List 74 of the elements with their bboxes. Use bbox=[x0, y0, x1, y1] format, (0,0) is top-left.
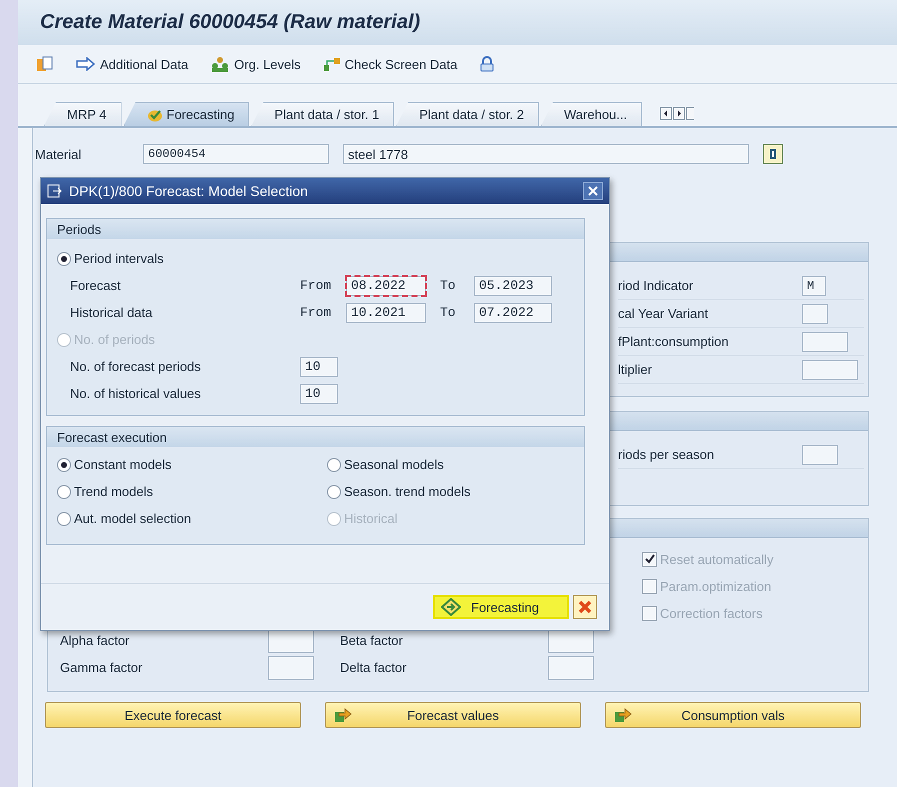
tab[interactable]: MRP 4 bbox=[44, 102, 122, 126]
input-field[interactable] bbox=[268, 656, 314, 680]
field-label: Delta factor bbox=[340, 660, 408, 675]
field-label: Historical data bbox=[70, 305, 154, 320]
input-field[interactable]: M bbox=[802, 276, 826, 296]
action-button[interactable]: Forecast values bbox=[325, 702, 581, 728]
field-label: No. of historical values bbox=[70, 386, 202, 401]
radio-button[interactable]: Aut. model selection bbox=[57, 511, 192, 526]
toolbar-button[interactable]: Check Screen Data bbox=[320, 54, 460, 74]
date-field[interactable]: 10.2021 bbox=[346, 302, 426, 322]
material-number-field[interactable]: 60000454 bbox=[143, 144, 329, 164]
field-label: cal Year Variant bbox=[618, 306, 710, 321]
cancel-button[interactable] bbox=[573, 595, 597, 619]
scroll-right-icon[interactable] bbox=[673, 106, 686, 120]
field-label: From bbox=[300, 305, 332, 320]
field-label: fPlant:consumption bbox=[618, 334, 730, 349]
tree-icon bbox=[322, 56, 341, 72]
tab[interactable]: Warehou... bbox=[541, 102, 642, 126]
checkmark-icon bbox=[644, 554, 655, 565]
radio-button[interactable]: Season. trend models bbox=[327, 484, 470, 499]
check-icon bbox=[146, 108, 162, 122]
toolbar-button[interactable]: Org. Levels bbox=[208, 54, 303, 74]
arrow-icon bbox=[76, 57, 96, 71]
scroll-left-icon[interactable] bbox=[660, 106, 672, 120]
action-button[interactable]: Consumption vals bbox=[605, 702, 861, 728]
arrow-icon bbox=[334, 707, 352, 723]
field-label: Beta factor bbox=[340, 633, 404, 648]
tab[interactable]: Plant data / stor. 2 bbox=[396, 102, 540, 126]
input-field[interactable] bbox=[802, 332, 848, 352]
field-label: Forecast bbox=[70, 278, 122, 293]
info-icon bbox=[768, 148, 778, 160]
execute-icon bbox=[441, 598, 461, 616]
close-icon bbox=[588, 186, 598, 196]
radio-button[interactable]: Seasonal models bbox=[327, 457, 444, 472]
group-title: Forecast execution bbox=[57, 430, 167, 444]
arrow-icon bbox=[614, 707, 632, 723]
input-field[interactable] bbox=[802, 360, 858, 380]
people-icon bbox=[210, 56, 230, 72]
field-label: riods per season bbox=[618, 447, 716, 462]
tab[interactable]: Forecasting bbox=[124, 102, 250, 126]
field-label: Gamma factor bbox=[60, 660, 144, 675]
field-label: From bbox=[300, 278, 332, 293]
window-title: Create Material 60000454 (Raw material) bbox=[40, 11, 420, 34]
copy-icon bbox=[36, 56, 54, 72]
close-button[interactable] bbox=[583, 182, 603, 200]
input-field[interactable] bbox=[802, 444, 838, 464]
input-field[interactable] bbox=[802, 304, 828, 324]
date-field[interactable]: 05.2023 bbox=[474, 276, 552, 296]
number-field[interactable]: 10 bbox=[300, 384, 338, 404]
date-field[interactable]: 07.2022 bbox=[474, 302, 552, 322]
input-field[interactable] bbox=[548, 656, 594, 680]
field-label: riod Indicator bbox=[618, 278, 694, 293]
toolbar-button[interactable]: Additional Data bbox=[74, 54, 190, 74]
field-label: To bbox=[439, 305, 457, 320]
field-label: Material bbox=[35, 146, 82, 162]
field-label: ltiplier bbox=[618, 362, 653, 377]
radio-button[interactable]: Constant models bbox=[57, 457, 172, 472]
number-field[interactable]: 10 bbox=[300, 356, 338, 376]
radio-button[interactable]: Period intervals bbox=[57, 251, 164, 266]
field-label: To bbox=[439, 278, 457, 293]
field-label: Alpha factor bbox=[60, 633, 130, 648]
cancel-icon bbox=[578, 600, 592, 614]
description-field[interactable]: steel 1778 bbox=[343, 144, 749, 164]
action-button[interactable]: Execute forecast bbox=[45, 702, 301, 728]
radio-button[interactable]: Trend models bbox=[57, 484, 153, 499]
tab[interactable]: Plant data / stor. 1 bbox=[251, 102, 394, 126]
info-button[interactable] bbox=[763, 144, 783, 164]
forecasting-button[interactable]: Forecasting bbox=[433, 595, 569, 619]
field-label: No. of forecast periods bbox=[70, 359, 202, 374]
date-field[interactable]: 08.2022 bbox=[346, 276, 426, 296]
dialog-title: DPK(1)/800 Forecast: Model Selection bbox=[69, 183, 309, 199]
window-icon bbox=[47, 184, 63, 198]
group-title: Periods bbox=[57, 222, 102, 236]
lock-icon bbox=[479, 56, 496, 72]
